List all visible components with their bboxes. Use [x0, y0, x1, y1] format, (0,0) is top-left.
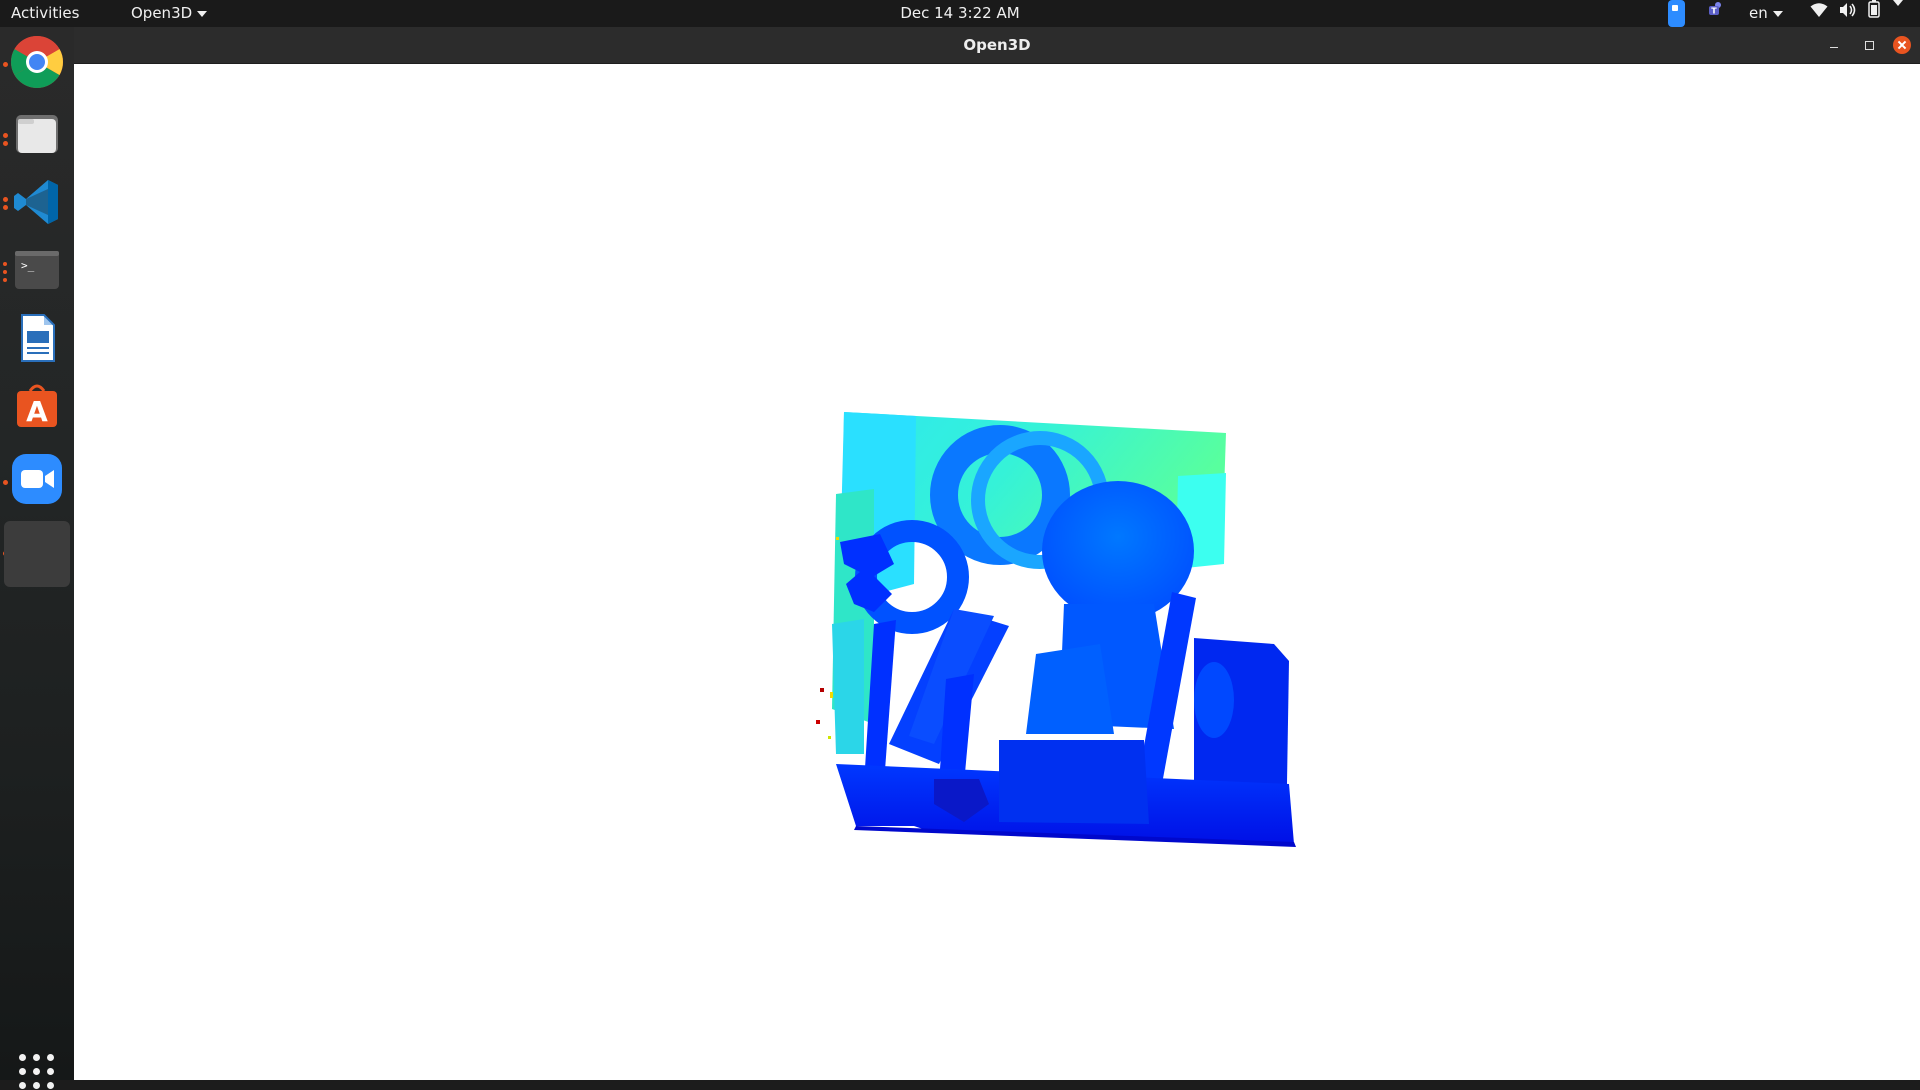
zoom-icon[interactable]	[10, 452, 64, 506]
zoom-icon[interactable]	[1668, 0, 1685, 27]
minimize-button[interactable]	[1825, 36, 1843, 54]
open3d-window: Open3D	[74, 27, 1920, 1080]
app-menu[interactable]: Open3D	[131, 0, 208, 27]
vscode-icon[interactable]	[10, 175, 64, 229]
stray-point	[816, 720, 820, 724]
clock[interactable]: Dec 14 3:22 AM	[900, 4, 1019, 22]
stray-point	[830, 692, 833, 698]
writer-icon[interactable]	[10, 311, 64, 365]
top-bar: Activities Open3D Dec 14 3:22 AM T en	[0, 0, 1920, 27]
language-label: en	[1749, 4, 1768, 22]
running-indicator	[3, 141, 8, 146]
software-icon[interactable]: A	[10, 379, 64, 433]
running-indicator	[3, 205, 8, 210]
stray-point	[828, 736, 831, 739]
running-indicator	[3, 270, 7, 274]
close-button[interactable]	[1893, 36, 1911, 54]
svg-text:>_: >_	[21, 259, 35, 272]
files-icon[interactable]	[10, 107, 64, 161]
window-title-container: Open3D	[74, 27, 1920, 64]
svg-text:A: A	[26, 395, 48, 428]
terminal-icon[interactable]: >_	[10, 243, 64, 297]
running-indicator	[3, 480, 8, 485]
running-indicator	[3, 62, 8, 67]
stray-point	[836, 537, 839, 540]
chevron-down-icon	[197, 10, 208, 17]
running-indicator	[3, 262, 7, 266]
3d-viewport[interactable]	[74, 64, 1920, 1080]
stray-point	[820, 688, 824, 692]
activities-button[interactable]: Activities	[11, 0, 79, 27]
maximize-button[interactable]	[1860, 36, 1878, 54]
point-cloud-render	[816, 412, 1296, 847]
window-title: Open3D	[963, 36, 1031, 54]
volume-icon[interactable]	[1839, 0, 1857, 27]
running-indicator	[3, 197, 8, 202]
battery-icon[interactable]	[1868, 0, 1880, 27]
open3d-window-icon[interactable]	[4, 521, 70, 587]
svg-text:T: T	[1711, 7, 1717, 16]
clock-container: Dec 14 3:22 AM	[0, 0, 1920, 27]
app-menu-label: Open3D	[131, 4, 193, 22]
running-indicator	[3, 278, 7, 282]
chevron-down-icon	[1772, 10, 1783, 17]
network-icon[interactable]	[1810, 0, 1828, 27]
running-indicator	[3, 133, 8, 138]
dock: >_ A	[0, 27, 74, 1089]
title-bar[interactable]: Open3D	[74, 27, 1920, 64]
system-menu-icon[interactable]	[1893, 0, 1903, 27]
chrome-icon[interactable]	[10, 35, 64, 89]
language-selector[interactable]: en	[1749, 0, 1783, 27]
grid-icon[interactable]	[19, 1054, 55, 1090]
teams-icon[interactable]: T	[1707, 0, 1725, 27]
